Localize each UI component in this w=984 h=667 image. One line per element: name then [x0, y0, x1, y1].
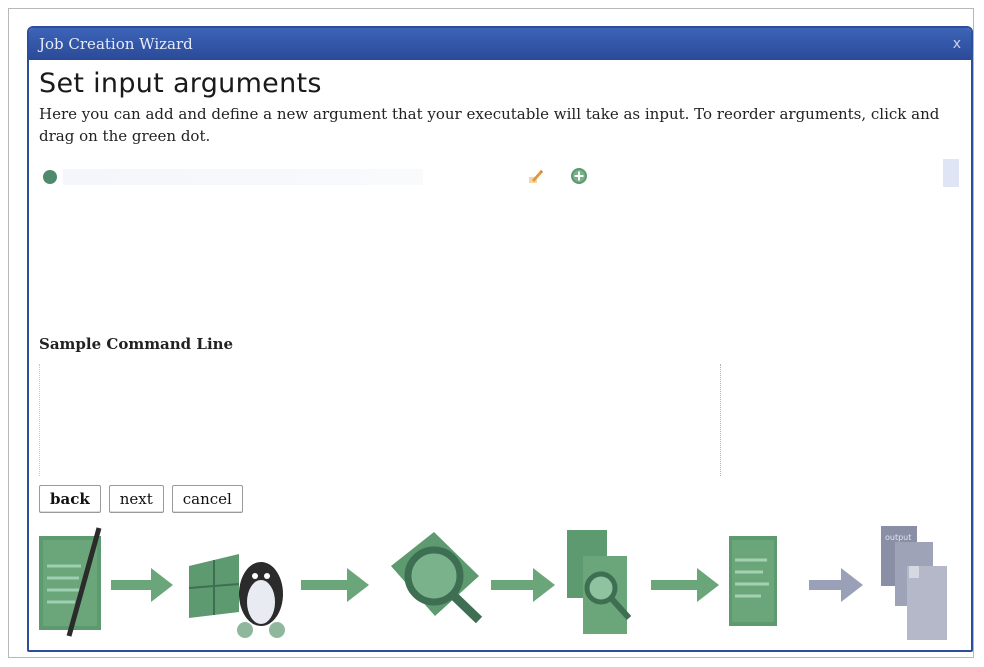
arrow-icon — [301, 568, 369, 602]
next-button[interactable]: next — [108, 485, 164, 513]
arrow-icon — [651, 568, 719, 602]
argument-placeholder-bar — [63, 169, 423, 185]
page-title: Set input arguments — [39, 68, 322, 99]
edit-pencil-icon[interactable] — [527, 167, 545, 185]
titlebar: Job Creation Wizard x — [29, 28, 971, 60]
sample-command-line-label: Sample Command Line — [39, 335, 234, 353]
cancel-button[interactable]: cancel — [171, 485, 243, 513]
scrollbar-thumb[interactable] — [943, 159, 959, 187]
workflow-diagram: output — [39, 526, 959, 642]
wizard-dialog: Job Creation Wizard x Set input argument… — [27, 26, 973, 652]
wizard-buttons: back next cancel — [39, 485, 243, 513]
argument-row — [39, 159, 961, 193]
window-title: Job Creation Wizard — [39, 35, 193, 53]
arrow-icon — [491, 568, 555, 602]
platform-select-icon — [188, 554, 285, 638]
back-button[interactable]: back — [39, 485, 101, 513]
wizard-content: Set input arguments Here you can add and… — [29, 68, 971, 193]
add-plus-icon[interactable] — [570, 167, 588, 185]
inspect-arguments-icon — [391, 532, 483, 624]
output-label: output — [885, 533, 911, 542]
output-files-icon: output — [881, 526, 947, 640]
review-files-icon — [567, 530, 632, 634]
describe-document-icon — [39, 527, 102, 637]
page-description: Here you can add and define a new argume… — [39, 105, 940, 145]
settings-document-icon — [729, 536, 777, 626]
sample-command-line-area — [39, 364, 721, 476]
drag-handle-dot[interactable] — [43, 170, 57, 184]
arrow-icon — [111, 568, 173, 602]
close-icon[interactable]: x — [953, 36, 961, 52]
arrow-icon — [809, 568, 863, 602]
